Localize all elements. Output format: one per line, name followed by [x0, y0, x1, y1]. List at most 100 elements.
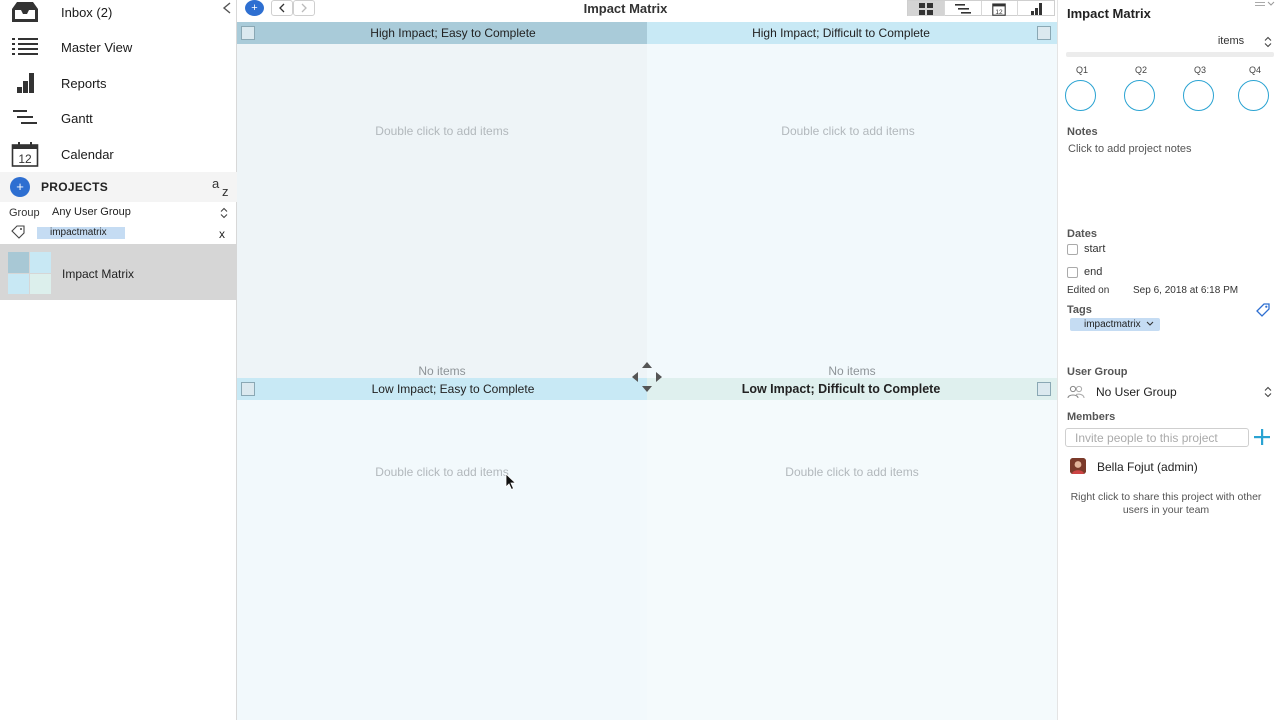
- start-date-checkbox[interactable]: [1067, 243, 1078, 255]
- nav-label: Gantt: [61, 110, 93, 126]
- nav-item-calendar[interactable]: 12 Calendar: [0, 137, 237, 171]
- quadrant-select-checkbox[interactable]: [1037, 382, 1051, 396]
- quadrant-low-difficult[interactable]: No items Low Impact; Difficult to Comple…: [647, 364, 1057, 720]
- tag-chip-label: impactmatrix: [1084, 319, 1141, 330]
- quadrant-indicator-label: Q3: [1193, 65, 1206, 75]
- member-row[interactable]: Bella Fojut (admin): [1070, 458, 1270, 476]
- add-item-button[interactable]: +: [245, 0, 264, 16]
- quadrant-high-easy[interactable]: High Impact; Easy to Complete Double cli…: [237, 22, 647, 378]
- quadrant-low-easy[interactable]: No items Low Impact; Easy to Complete Do…: [237, 364, 647, 720]
- clear-tag-filter-button[interactable]: x: [219, 227, 225, 241]
- items-slider-track[interactable]: [1066, 52, 1274, 57]
- updown-chevron-icon: [220, 207, 228, 219]
- user-group-value: No User Group: [1096, 385, 1177, 399]
- edited-on-value: Sep 6, 2018 at 6:18 PM: [1133, 285, 1239, 296]
- quadrant-indicator-label: Q2: [1134, 65, 1147, 75]
- calendar-view-button[interactable]: 12: [982, 1, 1019, 16]
- end-date-checkbox[interactable]: [1067, 266, 1078, 278]
- project-name: Impact Matrix: [62, 267, 135, 281]
- tag-filter-row: impactmatrix x: [0, 225, 237, 241]
- gantt-view-button[interactable]: [945, 1, 982, 16]
- quadrant-circle[interactable]: [1183, 80, 1214, 111]
- add-project-button[interactable]: +: [10, 177, 30, 197]
- quadrant-indicator-q4: Q4: [1238, 65, 1272, 111]
- group-filter-row: Group Any User Group: [0, 205, 237, 223]
- forward-button[interactable]: [293, 0, 315, 16]
- edited-on-label: Edited on: [1067, 285, 1110, 296]
- sort-z-glyph: z: [222, 184, 229, 199]
- group-select[interactable]: Any User Group: [52, 206, 230, 222]
- quadrant-title: High Impact; Easy to Complete: [370, 26, 536, 40]
- bar-chart-icon: [10, 69, 40, 97]
- group-label: Group: [9, 207, 40, 219]
- back-button[interactable]: [271, 0, 293, 16]
- inspector-panel: Impact Matrix items Q1 Q2 Q3 Q4 Notes Cl…: [1057, 0, 1280, 720]
- sort-a-glyph: a: [212, 176, 220, 191]
- mouse-cursor-icon: [505, 473, 517, 491]
- items-select-value: items: [1217, 35, 1245, 47]
- svg-text:12: 12: [996, 9, 1004, 16]
- chevron-right-icon: [301, 3, 307, 13]
- inbox-icon: [10, 0, 40, 26]
- nav-item-inbox[interactable]: Inbox (2): [0, 0, 237, 29]
- nav-item-gantt[interactable]: Gantt: [0, 101, 237, 135]
- no-items-label: No items: [418, 364, 466, 378]
- notes-label: Notes: [1067, 126, 1098, 138]
- chevron-down-icon: [1147, 321, 1154, 326]
- nav-label: Calendar: [61, 146, 114, 162]
- start-date-label: start: [1084, 243, 1106, 255]
- quadrant-title: Low Impact; Easy to Complete: [371, 382, 535, 396]
- project-item-impact-matrix[interactable]: Impact Matrix: [0, 244, 237, 300]
- panel-menu-icon[interactable]: [1254, 0, 1276, 8]
- projects-title: PROJECTS: [41, 180, 109, 194]
- updown-chevron-icon: [1264, 386, 1272, 398]
- avatar: [1070, 458, 1086, 474]
- quadrant-header: Low Impact; Difficult to Complete: [647, 378, 1057, 400]
- sidebar: Inbox (2) Master View Reports Gantt 12 C…: [0, 0, 237, 720]
- nav-item-reports[interactable]: Reports: [0, 66, 237, 100]
- project-thumbnail: [8, 252, 51, 294]
- share-hint: Right click to share this project with o…: [1070, 491, 1262, 516]
- notes-field[interactable]: Click to add project notes: [1068, 143, 1192, 155]
- quadrant-indicator-q3: Q3: [1183, 65, 1217, 111]
- bar-chart-icon: [1031, 2, 1043, 15]
- nav-item-master-view[interactable]: Master View: [0, 30, 237, 64]
- items-select[interactable]: items: [1188, 35, 1274, 49]
- dates-label: Dates: [1067, 228, 1097, 240]
- tag-icon[interactable]: [10, 225, 26, 239]
- empty-hint: Double click to add items: [375, 465, 509, 479]
- quadrant-title: High Impact; Difficult to Complete: [752, 26, 930, 40]
- quadrant-indicator-label: Q1: [1075, 65, 1088, 75]
- start-date-row: start: [1067, 242, 1105, 256]
- quadrant-header: High Impact; Difficult to Complete: [647, 22, 1057, 44]
- end-date-label: end: [1084, 266, 1103, 278]
- tag-chip[interactable]: impactmatrix: [1070, 318, 1161, 331]
- add-member-icon[interactable]: [1252, 427, 1272, 447]
- user-group-select[interactable]: No User Group: [1067, 384, 1272, 400]
- tag-filter-chip[interactable]: impactmatrix: [37, 227, 125, 239]
- no-items-label: No items: [828, 364, 876, 378]
- grid-icon: [918, 2, 933, 15]
- quadrant-circle[interactable]: [1124, 80, 1155, 111]
- quadrant-select-checkbox[interactable]: [1037, 26, 1051, 40]
- move-divider-icon[interactable]: [630, 360, 664, 394]
- member-name: Bella Fojut (admin): [1097, 460, 1198, 474]
- group-select-value: Any User Group: [52, 206, 131, 218]
- gantt-icon: [10, 104, 40, 132]
- reports-view-button[interactable]: [1018, 1, 1054, 16]
- quadrant-circle[interactable]: [1238, 80, 1269, 111]
- tags-label: Tags: [1067, 304, 1092, 316]
- empty-hint: Double click to add items: [785, 465, 919, 479]
- impact-matrix: High Impact; Easy to Complete Double cli…: [237, 22, 1057, 720]
- sort-alphabetical-button[interactable]: a z: [211, 176, 233, 199]
- matrix-view-button[interactable]: [908, 1, 945, 16]
- quadrant-indicator-q2: Q2: [1124, 65, 1158, 111]
- nav-label: Reports: [61, 75, 107, 91]
- add-tag-icon[interactable]: [1255, 302, 1271, 318]
- end-date-row: end: [1067, 265, 1102, 279]
- quadrant-circle[interactable]: [1065, 80, 1096, 111]
- quadrant-high-difficult[interactable]: High Impact; Difficult to Complete Doubl…: [647, 22, 1057, 378]
- invite-input[interactable]: [1065, 428, 1249, 447]
- nav-label: Master View: [61, 39, 133, 55]
- updown-chevron-icon: [1264, 36, 1272, 48]
